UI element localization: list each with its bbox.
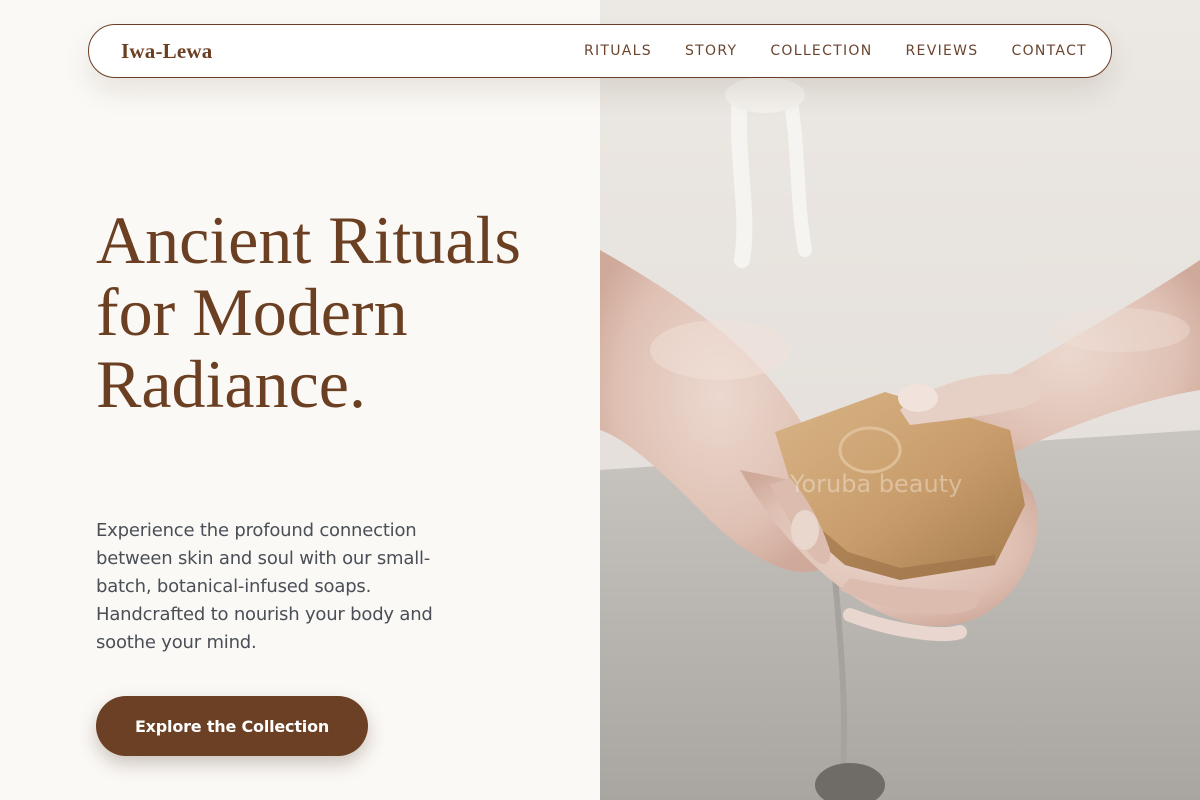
nav-link-rituals[interactable]: RITUALS bbox=[584, 43, 652, 59]
image-watermark: Yoruba beauty bbox=[789, 470, 962, 498]
nav-link-contact[interactable]: CONTACT bbox=[1012, 43, 1088, 59]
top-navigation: Iwa-Lewa RITUALS STORY COLLECTION REVIEW… bbox=[88, 24, 1112, 78]
brand-logo[interactable]: Iwa-Lewa bbox=[121, 39, 212, 64]
nav-link-collection[interactable]: COLLECTION bbox=[770, 43, 872, 59]
nav-link-story[interactable]: STORY bbox=[685, 43, 737, 59]
landing-page: Yoruba beauty Iwa-Lewa RITUALS STORY COL… bbox=[0, 0, 1200, 800]
hero-description: Experience the profound connection betwe… bbox=[96, 520, 433, 653]
nav-link-reviews[interactable]: REVIEWS bbox=[906, 43, 979, 59]
hero-title: Ancient Rituals for Modern Radiance. bbox=[96, 202, 521, 422]
nav-links: RITUALS STORY COLLECTION REVIEWS CONTACT bbox=[584, 43, 1087, 59]
explore-collection-button[interactable]: Explore the Collection bbox=[96, 696, 368, 756]
hero-image: Yoruba beauty bbox=[600, 0, 1200, 800]
